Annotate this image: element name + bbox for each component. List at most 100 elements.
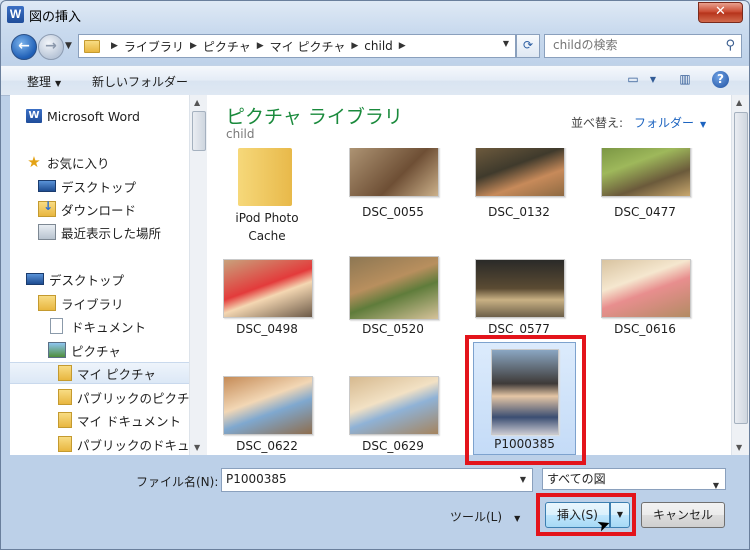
file-name: DSC_0622: [236, 439, 298, 453]
folder-icon: [238, 148, 292, 206]
breadcrumb-library[interactable]: ライブラリ: [124, 38, 184, 55]
sidebar-item-public-documents[interactable]: パブリックのドキュメ: [58, 433, 190, 455]
back-button[interactable]: ←: [11, 34, 37, 60]
chevron-down-icon: ▼: [514, 514, 521, 523]
file-name: DSC_0498: [236, 322, 298, 336]
forward-button[interactable]: →: [38, 34, 64, 60]
sidebar-item-desktop-fav[interactable]: デスクトップ: [38, 175, 189, 197]
file-tile[interactable]: DSC_0629: [338, 372, 448, 455]
sidebar-item-libraries[interactable]: ライブラリ: [38, 292, 189, 314]
scroll-down-icon[interactable]: ▼: [194, 443, 200, 452]
chevron-right-icon[interactable]: ▶: [257, 41, 264, 51]
sidebar-item-label: パブリックのドキュメ: [77, 437, 190, 453]
file-tile[interactable]: DSC_0498: [212, 256, 322, 356]
search-box[interactable]: ⚲: [544, 34, 742, 58]
folder-icon: [58, 389, 72, 405]
sort-by-dropdown[interactable]: フォルダー ▼: [634, 114, 706, 131]
view-dropdown-icon[interactable]: ▼: [648, 72, 658, 87]
sidebar-item-label: ダウンロード: [61, 202, 137, 218]
sidebar-item-recent-places[interactable]: 最近表示した場所: [38, 221, 189, 243]
sidebar-item-microsoft-word[interactable]: W Microsoft Word: [26, 105, 189, 127]
address-dropdown-icon[interactable]: ▼: [503, 39, 509, 48]
navigation-scrollbar[interactable]: ▲ ▼: [189, 95, 207, 455]
refresh-button[interactable]: ⟳: [516, 34, 540, 58]
sidebar-item-label: マイ ドキュメント: [77, 413, 181, 429]
desktop-icon: [26, 273, 44, 285]
library-icon: [38, 295, 56, 311]
photo-thumbnail: [223, 259, 313, 318]
new-folder-button[interactable]: 新しいフォルダー: [92, 73, 188, 90]
sidebar-item-public-pictures[interactable]: パブリックのピクチャ: [58, 386, 189, 408]
history-dropdown-icon[interactable]: ▼: [65, 41, 72, 51]
breadcrumb-pictures[interactable]: ピクチャ: [203, 38, 251, 55]
filename-input[interactable]: [222, 469, 506, 489]
sidebar-item-label: 最近表示した場所: [61, 225, 162, 241]
sidebar-item-my-pictures[interactable]: マイ ピクチャ: [10, 362, 189, 384]
scroll-down-icon[interactable]: ▼: [736, 443, 742, 452]
folder-icon: [58, 365, 72, 381]
photo-thumbnail: [475, 148, 565, 197]
breadcrumb-my-pictures[interactable]: マイ ピクチャ: [270, 38, 346, 55]
search-icon[interactable]: ⚲: [725, 38, 735, 53]
file-tile[interactable]: DSC_0477: [590, 148, 700, 248]
file-name-line2: Cache: [248, 229, 286, 243]
filename-label: ファイル名(N):: [136, 475, 219, 489]
recent-places-icon: [38, 224, 56, 240]
sidebar-item-documents[interactable]: ドキュメント: [48, 315, 189, 337]
cancel-button[interactable]: キャンセル: [641, 502, 725, 528]
sidebar-item-my-documents[interactable]: マイ ドキュメント: [58, 409, 189, 431]
breadcrumb-child[interactable]: child: [364, 39, 393, 53]
file-name: iPod Photo: [235, 211, 299, 225]
folder-icon: [58, 412, 72, 428]
sort-value: フォルダー: [634, 116, 695, 130]
highlight-box-insert-button: [536, 493, 636, 536]
folder-icon: [84, 39, 100, 53]
file-list-scrollbar[interactable]: ▲ ▼: [731, 95, 749, 455]
sidebar-item-desktop[interactable]: デスクトップ: [26, 268, 189, 290]
sidebar-item-label: ピクチャ: [71, 343, 121, 359]
search-input[interactable]: [545, 35, 723, 55]
photo-thumbnail: [349, 256, 439, 320]
arrow-right-icon: →: [45, 38, 57, 54]
chevron-right-icon[interactable]: ▶: [190, 41, 197, 51]
scroll-up-icon[interactable]: ▲: [736, 98, 742, 107]
tools-label: ツール(L): [450, 510, 503, 524]
title-bar: W 図の挿入 ✕: [1, 1, 749, 29]
chevron-down-icon[interactable]: ▼: [520, 475, 526, 484]
preview-pane-icon[interactable]: ▥: [677, 72, 693, 87]
chevron-right-icon[interactable]: ▶: [111, 41, 118, 51]
scrollbar-thumb[interactable]: [734, 112, 748, 424]
file-tile[interactable]: iPod Photo Cache: [212, 148, 322, 248]
navigation-pane: W Microsoft Word ★ お気に入り デスクトップ ダウンロード 最近表…: [10, 95, 190, 455]
library-title: ピクチャ ライブラリ: [226, 106, 403, 128]
organize-menu[interactable]: 整理 ▼: [27, 73, 61, 90]
file-tile[interactable]: DSC_0055: [338, 148, 448, 248]
file-name: DSC_0520: [362, 322, 424, 336]
file-tile[interactable]: DSC_0520: [338, 256, 448, 356]
photo-thumbnail: [223, 376, 313, 435]
file-type-select[interactable]: すべての図 ▼: [542, 468, 726, 490]
chevron-right-icon[interactable]: ▶: [351, 41, 358, 51]
sidebar-item-label: お気に入り: [47, 155, 110, 171]
help-icon[interactable]: ?: [712, 71, 729, 88]
file-name: DSC_0132: [488, 205, 550, 219]
sidebar-item-favorites[interactable]: ★ お気に入り: [26, 151, 189, 173]
file-type-value: すべての図: [547, 472, 606, 486]
filename-combobox[interactable]: ▼: [221, 468, 533, 492]
insert-picture-dialog: W 図の挿入 ✕ ← → ▼ ▶ ライブラリ ▶ ピクチャ ▶ マイ ピクチャ …: [0, 0, 750, 550]
address-bar[interactable]: ▶ ライブラリ ▶ ピクチャ ▶ マイ ピクチャ ▶ child ▶ ▼: [78, 34, 516, 58]
file-tile[interactable]: DSC_0622: [212, 372, 322, 455]
sidebar-item-pictures[interactable]: ピクチャ: [48, 339, 189, 361]
sidebar-item-downloads[interactable]: ダウンロード: [38, 198, 189, 220]
address-row: ← → ▼ ▶ ライブラリ ▶ ピクチャ ▶ マイ ピクチャ ▶ child ▶…: [1, 31, 749, 61]
file-tile[interactable]: DSC_0132: [464, 148, 574, 248]
file-tile[interactable]: DSC_0616: [590, 256, 700, 356]
tools-menu[interactable]: ツール(L) ▼: [450, 508, 520, 525]
scroll-up-icon[interactable]: ▲: [194, 98, 200, 107]
sidebar-item-label: ライブラリ: [61, 296, 124, 312]
scrollbar-thumb[interactable]: [192, 111, 206, 151]
chevron-right-icon[interactable]: ▶: [399, 41, 406, 51]
close-button[interactable]: ✕: [698, 2, 743, 23]
file-name: DSC_0616: [614, 322, 676, 336]
change-view-icon[interactable]: ▭: [625, 72, 641, 87]
